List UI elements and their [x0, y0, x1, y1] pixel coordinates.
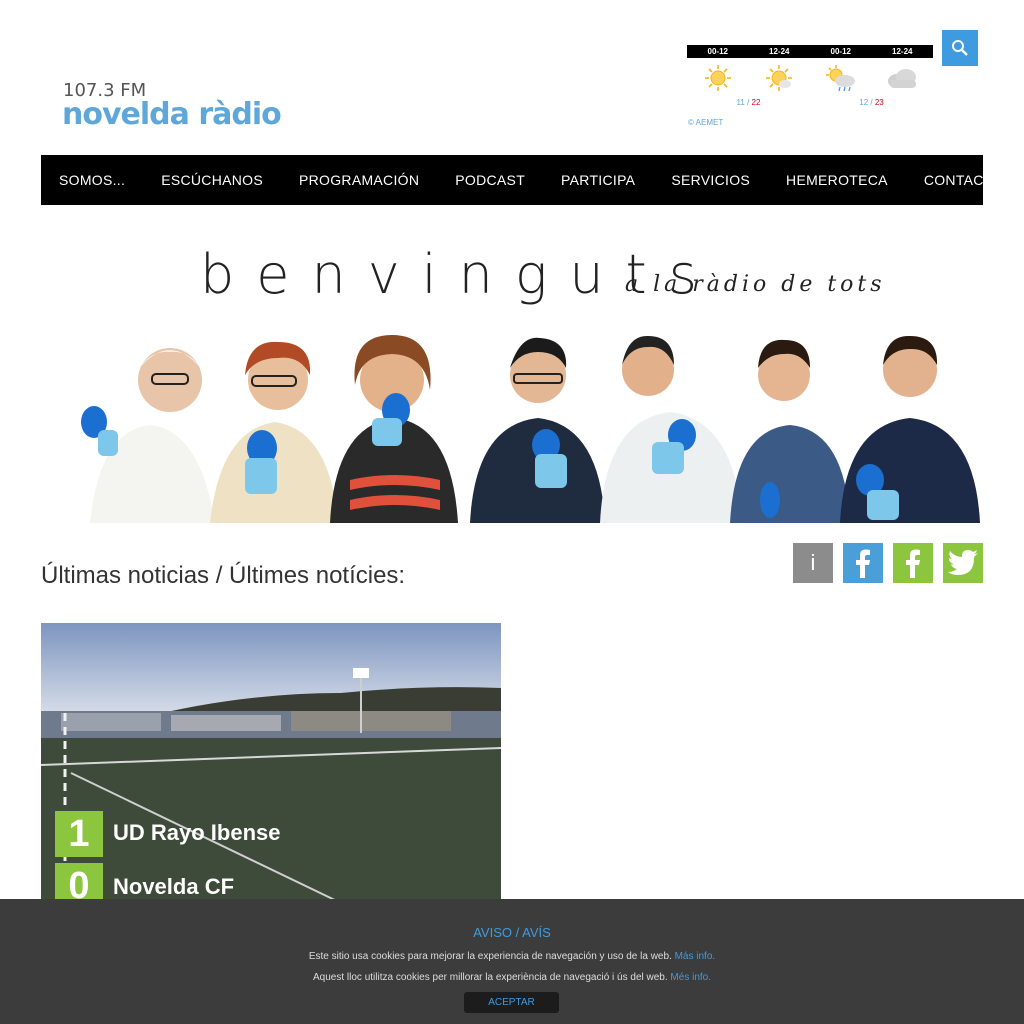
cookie-text-va: Aquest lloc utilitza cookies per millora… [313, 972, 711, 983]
sun-icon [749, 63, 811, 93]
presenters-photo [81, 335, 980, 523]
facebook-icon [856, 549, 870, 578]
nav-item-podcast[interactable]: PODCAST [437, 172, 543, 188]
weather-widget: 00-12 12-24 00-12 12-24 11 / 22 12 / 23 [687, 45, 933, 135]
team-home: UD Rayo Ibense [113, 820, 281, 845]
weather-period: 00-12 [830, 47, 851, 56]
twitter-icon [948, 550, 978, 575]
search-button[interactable] [942, 30, 978, 66]
weather-period: 12-24 [769, 47, 790, 56]
info-icon: i [810, 550, 816, 575]
weather-period: 12-24 [892, 47, 913, 56]
sun-rain-icon [810, 63, 872, 93]
search-icon [952, 40, 968, 56]
facebook-icon [906, 549, 920, 578]
nav-item-contacto[interactable]: CONTACTO [906, 172, 1022, 188]
banner-subtitle: a la ràdio de tots [625, 272, 886, 297]
info-button[interactable]: i [793, 543, 833, 583]
weather-temp-day2: 12 / 23 [859, 98, 884, 107]
site-logo[interactable]: novelda ràdio [62, 97, 282, 132]
facebook-button[interactable] [843, 543, 883, 583]
cookie-banner: AVISO / AVÍS Este sitio usa cookies para… [0, 899, 1024, 1024]
more-info-link-va[interactable]: Més info. [670, 972, 711, 983]
cloud-icon [872, 66, 934, 90]
cookie-title: AVISO / AVÍS [473, 925, 551, 940]
aemet-credit[interactable]: © AEMET [688, 118, 723, 127]
nav-item-somos[interactable]: SOMOS... [41, 172, 143, 188]
twitter-button[interactable] [943, 543, 983, 583]
nav-item-hemeroteca[interactable]: HEMEROTECA [768, 172, 906, 188]
nav-item-servicios[interactable]: SERVICIOS [653, 172, 768, 188]
score-away: 0 [68, 865, 90, 903]
presenter-figure [81, 348, 215, 523]
main-nav: SOMOS... ESCÚCHANOS PROGRAMACIÓN PODCAST… [41, 155, 1003, 205]
accept-cookies-button[interactable]: ACEPTAR [464, 992, 559, 1013]
weather-period: 00-12 [707, 47, 728, 56]
nav-item-participa[interactable]: PARTICIPA [543, 172, 653, 188]
nav-item-escuchanos[interactable]: ESCÚCHANOS [143, 172, 281, 188]
sun-icon [687, 63, 749, 93]
team-away: Novelda CF [113, 874, 235, 899]
facebook-es-button[interactable] [893, 543, 933, 583]
nav-item-programacion[interactable]: PROGRAMACIÓN [281, 172, 437, 188]
news-photo [41, 623, 501, 903]
more-info-link-es[interactable]: Más info. [675, 951, 716, 962]
weather-temp-day1: 11 / 22 [736, 98, 761, 107]
weather-header: 00-12 12-24 00-12 12-24 [687, 45, 933, 58]
news-heading: Últimas noticias / Últimes notícies: [41, 562, 406, 589]
score-home: 1 [68, 813, 90, 855]
news-card[interactable]: 1 UD Rayo Ibense 0 Novelda CF [41, 623, 501, 903]
cookie-text-es: Este sitio usa cookies para mejorar la e… [308, 951, 716, 962]
